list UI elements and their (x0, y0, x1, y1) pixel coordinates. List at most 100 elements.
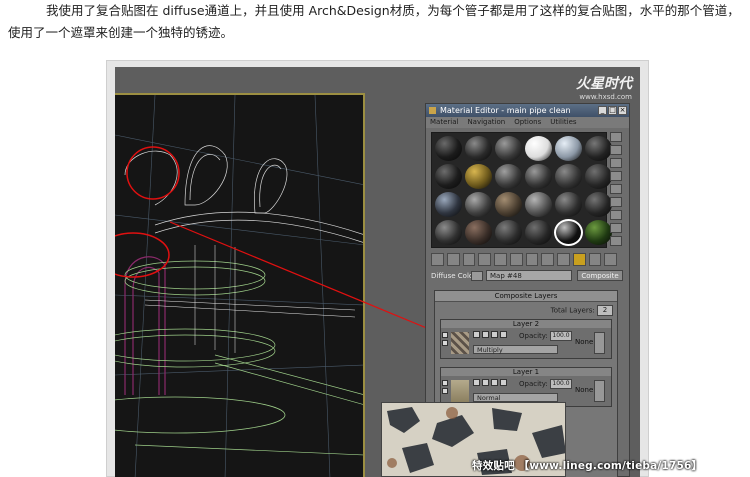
options-button[interactable] (610, 210, 622, 220)
go-forward-button[interactable] (604, 253, 617, 266)
material-sample-slot-1[interactable] (435, 136, 462, 161)
layer-1-visible-icon[interactable] (442, 380, 448, 386)
material-sample-slot-24[interactable] (585, 220, 612, 245)
maximize-button[interactable]: □ (608, 106, 617, 115)
make-unique-button[interactable] (509, 253, 523, 266)
background-button[interactable] (610, 158, 622, 168)
layer-2-panel: Layer 2 Opacity: 100.0 Multiply None (440, 319, 612, 359)
assign-to-selection-button[interactable] (462, 253, 476, 266)
layer-2-mask-slot[interactable] (594, 332, 605, 354)
backlight-button[interactable] (610, 145, 622, 155)
sample-type-button[interactable] (610, 132, 622, 142)
menu-navigation[interactable]: Navigation (467, 117, 505, 128)
material-sample-slot-22[interactable] (525, 220, 552, 245)
uv-tiling-button[interactable] (610, 171, 622, 181)
material-editor-title: Material Editor - main pipe clean (440, 106, 571, 115)
material-sample-slot-12[interactable] (585, 164, 612, 189)
material-sample-slot-5[interactable] (555, 136, 582, 161)
layer-2-title: Layer 2 (441, 320, 611, 328)
minimize-button[interactable]: _ (598, 106, 607, 115)
video-check-button[interactable] (610, 184, 622, 194)
layer-1-opacity: Opacity: 100.0 (519, 379, 573, 389)
layer-2-icons (473, 331, 507, 338)
material-sample-slot-14[interactable] (465, 192, 492, 217)
rollout-title[interactable]: Composite Layers (435, 291, 617, 302)
layer-2-visible-icon[interactable] (442, 332, 448, 338)
layer-2-duplicate-icon[interactable] (491, 331, 498, 338)
layer-1-icons (473, 379, 507, 386)
make-preview-button[interactable] (610, 197, 622, 207)
reset-map-button[interactable] (478, 253, 491, 266)
material-editor-icon (429, 107, 436, 114)
material-editor-titlebar[interactable]: Material Editor - main pipe clean _ □ × (426, 104, 629, 117)
eyedropper-icon[interactable] (471, 271, 483, 281)
layer-2-blend-mode[interactable]: Multiply (473, 345, 558, 354)
material-sample-slot-20[interactable] (465, 220, 492, 245)
material-sample-slot-10[interactable] (525, 164, 552, 189)
material-id-button[interactable] (541, 253, 554, 266)
layer-2-mask-label: None (575, 338, 594, 346)
menu-material[interactable]: Material (430, 117, 458, 128)
layer-1-blend-mode[interactable]: Normal (473, 393, 558, 402)
layer-1-duplicate-icon[interactable] (491, 379, 498, 386)
material-sample-slot-13[interactable] (435, 192, 462, 217)
layer-2-opacity-value[interactable]: 100.0 (550, 331, 573, 341)
layer-2-texture-thumb[interactable] (451, 332, 469, 354)
material-sample-slot-16[interactable] (525, 192, 552, 217)
bottom-toolbar (431, 253, 617, 266)
brand-url: www.hxsd.com (579, 93, 632, 101)
tieba-watermark: 特效贴吧 【www.lineg.com/tieba/1756】 (472, 460, 703, 472)
layer-1-rename-icon[interactable] (482, 379, 489, 386)
material-sample-slot-9[interactable] (495, 164, 522, 189)
material-sample-slot-19[interactable] (435, 220, 462, 245)
layer-2-opacity: Opacity: 100.0 (519, 331, 573, 341)
material-sample-slot-17[interactable] (555, 192, 582, 217)
material-sample-slot-11[interactable] (555, 164, 582, 189)
material-sample-slot-8[interactable] (465, 164, 492, 189)
wireframe-viewport[interactable] (115, 93, 365, 477)
material-sample-slot-3[interactable] (495, 136, 522, 161)
select-by-material-button[interactable] (610, 223, 622, 233)
material-editor-menu: Material Navigation Options Utilities (426, 117, 629, 128)
material-navigator-button[interactable] (610, 236, 622, 246)
menu-utilities[interactable]: Utilities (550, 117, 576, 128)
layer-1-mask-label: None (575, 386, 594, 394)
show-end-result-button[interactable] (572, 253, 586, 266)
material-sample-slot-7[interactable] (435, 164, 462, 189)
window-controls: _ □ × (598, 106, 627, 115)
layer-1-opacity-value[interactable]: 100.0 (550, 379, 573, 389)
layer-2-opacity-label: Opacity: (519, 332, 548, 340)
diffuse-map-row: Diffuse Color: Map #48 Composite (431, 270, 624, 282)
make-copy-button[interactable] (494, 253, 507, 266)
material-sample-slot-21[interactable] (495, 220, 522, 245)
sample-slots-grid (431, 132, 612, 248)
show-map-in-viewport-button[interactable] (557, 253, 570, 266)
layer-2-rename-icon[interactable] (482, 331, 489, 338)
layer-1-mask-slot[interactable] (594, 380, 605, 402)
layer-1-remove-icon[interactable] (500, 379, 507, 386)
go-to-parent-button[interactable] (588, 253, 602, 266)
menu-options[interactable]: Options (514, 117, 541, 128)
article-paragraph: 我使用了复合贴图在 diffuse通道上，并且使用 Arch&Design材质，… (8, 0, 744, 44)
brand-logo-text: 火星时代 (576, 76, 632, 92)
material-sample-slot-2[interactable] (465, 136, 492, 161)
material-sample-slot-15[interactable] (495, 192, 522, 217)
layer-2-remove-icon[interactable] (500, 331, 507, 338)
layer-2-delete-icon[interactable] (442, 340, 448, 346)
get-material-button[interactable] (431, 253, 444, 266)
map-type-button[interactable]: Composite (577, 270, 623, 281)
close-button[interactable]: × (618, 106, 627, 115)
layer-1-toggle-icon[interactable] (473, 379, 480, 386)
material-sample-slot-6[interactable] (585, 136, 612, 161)
total-layers: Total Layers: 2 (551, 305, 613, 316)
layer-1-delete-icon[interactable] (442, 388, 448, 394)
material-sample-slot-4[interactable] (525, 136, 552, 161)
put-to-library-button[interactable] (525, 253, 539, 266)
map-name-field[interactable]: Map #48 (486, 270, 572, 281)
put-to-scene-button[interactable] (446, 253, 460, 266)
total-layers-value[interactable]: 2 (597, 305, 613, 316)
material-sample-slot-23[interactable] (554, 219, 583, 246)
layer-2-toggle-icon[interactable] (473, 331, 480, 338)
material-sample-slot-18[interactable] (585, 192, 612, 217)
layer-1-texture-thumb[interactable] (451, 380, 469, 402)
